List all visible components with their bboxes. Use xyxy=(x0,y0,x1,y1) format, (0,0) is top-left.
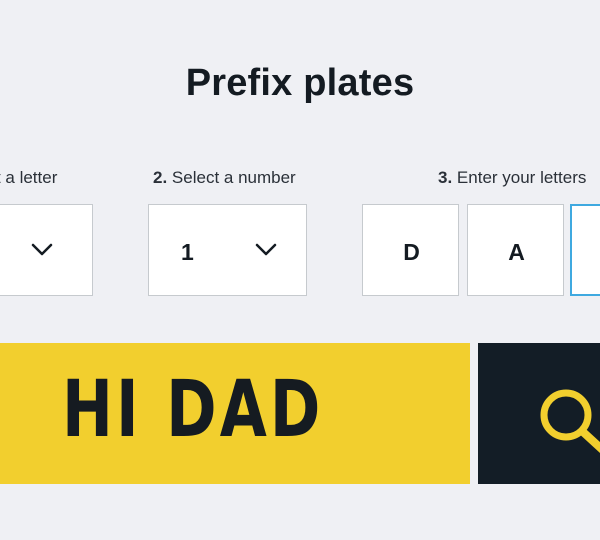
search-button[interactable] xyxy=(478,343,600,484)
step-3-text: Enter your letters xyxy=(456,168,587,187)
number-select-value: 1 xyxy=(181,239,194,265)
step-2-text: Select a number xyxy=(171,168,296,187)
step-3-number: 3. xyxy=(438,168,453,187)
chevron-down-icon xyxy=(255,243,277,256)
letter-input-2-value: A xyxy=(508,239,525,265)
search-icon xyxy=(540,389,600,453)
letter-select[interactable] xyxy=(0,204,93,296)
letter-input-3[interactable] xyxy=(570,204,600,296)
plate-text: HI DAD xyxy=(62,365,324,455)
plate-preview: HI DAD xyxy=(0,343,470,484)
step-1-text: ect a letter xyxy=(0,168,58,187)
letter-input-2[interactable]: A xyxy=(467,204,564,296)
letter-input-1-value: D xyxy=(403,239,420,265)
step-2-label: 2. Select a number xyxy=(153,168,296,188)
letter-input-1[interactable]: D xyxy=(362,204,459,296)
step-2-number: 2. xyxy=(153,168,168,187)
page-title: Prefix plates xyxy=(185,62,415,104)
step-1-label: ect a letter xyxy=(0,168,57,188)
number-select[interactable]: 1 xyxy=(148,204,307,296)
chevron-down-icon xyxy=(31,243,53,256)
step-3-label: 3. Enter your letters xyxy=(438,168,586,188)
